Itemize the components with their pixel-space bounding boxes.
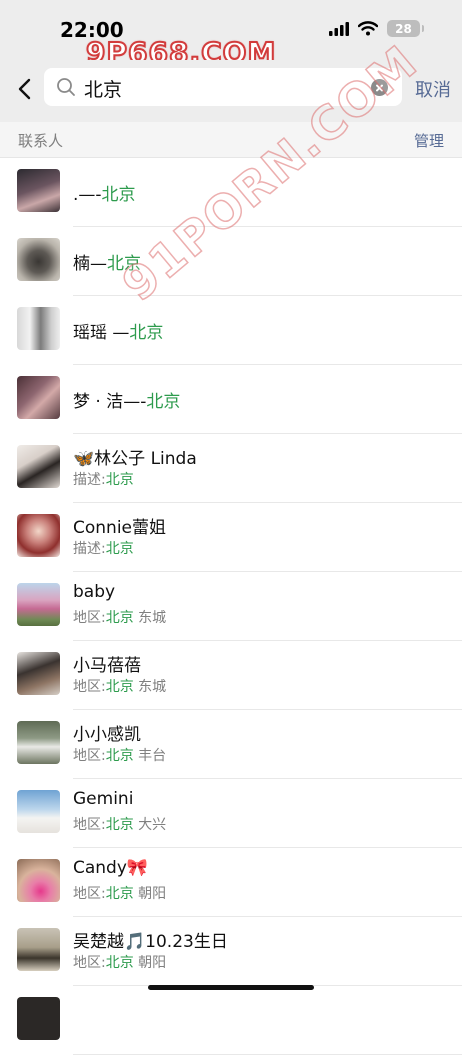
contact-detail: 地区:北京 东城	[73, 610, 167, 626]
contact-row[interactable]: 梦 · 洁—-北京	[0, 365, 462, 434]
contact-detail: 地区:北京 大兴	[73, 817, 167, 833]
contact-name: Connie蕾姐	[73, 518, 167, 538]
contact-row[interactable]: baby 地区:北京 东城	[0, 572, 462, 641]
contact-row-partial[interactable]	[0, 986, 462, 1055]
contact-name: 吴楚越🎵10.23生日	[73, 932, 228, 952]
contact-row[interactable]: .—-北京	[0, 158, 462, 227]
avatar	[17, 307, 60, 350]
manage-button[interactable]: 管理	[414, 130, 444, 151]
contact-name: baby	[73, 582, 116, 602]
contact-row[interactable]: 小小感凯 地区:北京 丰台	[0, 710, 462, 779]
contact-name: 瑶瑶 —北京	[73, 323, 164, 343]
contact-row[interactable]: Gemini 地区:北京 大兴	[0, 779, 462, 848]
contact-row[interactable]: 吴楚越🎵10.23生日 地区:北京 朝阳	[0, 917, 462, 986]
status-icons: 28	[329, 20, 424, 37]
contact-row[interactable]: 🦋林公子 Linda 描述:北京	[0, 434, 462, 503]
search-icon	[57, 78, 75, 96]
contact-row[interactable]: Candy🎀 地区:北京 朝阳	[0, 848, 462, 917]
contact-name: 楠—北京	[73, 254, 141, 274]
contact-detail: 描述:北京	[73, 472, 134, 488]
avatar	[17, 445, 60, 488]
home-indicator[interactable]	[148, 985, 314, 990]
contact-detail: 地区:北京 丰台	[73, 748, 167, 764]
avatar	[17, 721, 60, 764]
search-query[interactable]: 北京	[84, 75, 122, 102]
contact-detail: 地区:北京 东城	[73, 679, 167, 695]
avatar	[17, 859, 60, 902]
back-arrow-icon[interactable]	[14, 74, 38, 104]
contact-row[interactable]: 楠—北京	[0, 227, 462, 296]
cancel-button[interactable]: 取消	[415, 76, 451, 102]
avatar	[17, 169, 60, 212]
clear-icon[interactable]	[371, 79, 388, 96]
nav-bar: 北京 取消	[0, 60, 462, 122]
contacts-section-header: 联系人 管理	[0, 122, 462, 158]
contact-detail: 描述:北京	[73, 541, 134, 557]
contact-name: 小小感凯	[73, 725, 141, 745]
contact-list: .—-北京 楠—北京 瑶瑶 —北京 梦 · 洁—-北京 🦋林公子 Linda 描…	[0, 158, 462, 1055]
contact-detail: 地区:北京 朝阳	[73, 886, 167, 902]
avatar	[17, 790, 60, 833]
contact-name: .—-北京	[73, 185, 136, 205]
avatar	[17, 652, 60, 695]
signal-icon	[329, 21, 349, 36]
contact-name: Gemini	[73, 789, 134, 809]
contact-name: Candy🎀	[73, 858, 149, 878]
battery-icon: 28	[387, 20, 424, 37]
avatar	[17, 583, 60, 626]
contact-name: 梦 · 洁—-北京	[73, 392, 181, 412]
avatar	[17, 997, 60, 1040]
wifi-icon	[358, 21, 378, 36]
contact-name: 小马蓓蓓	[73, 656, 141, 676]
contact-detail: 地区:北京 朝阳	[73, 955, 167, 971]
contact-name: 🦋林公子 Linda	[73, 449, 197, 469]
avatar	[17, 928, 60, 971]
contact-row[interactable]: Connie蕾姐 描述:北京	[0, 503, 462, 572]
contact-row[interactable]: 小马蓓蓓 地区:北京 东城	[0, 641, 462, 710]
avatar	[17, 514, 60, 557]
avatar	[17, 376, 60, 419]
avatar	[17, 238, 60, 281]
search-input[interactable]: 北京	[44, 68, 402, 106]
section-title: 联系人	[18, 132, 64, 150]
contact-row[interactable]: 瑶瑶 —北京	[0, 296, 462, 365]
